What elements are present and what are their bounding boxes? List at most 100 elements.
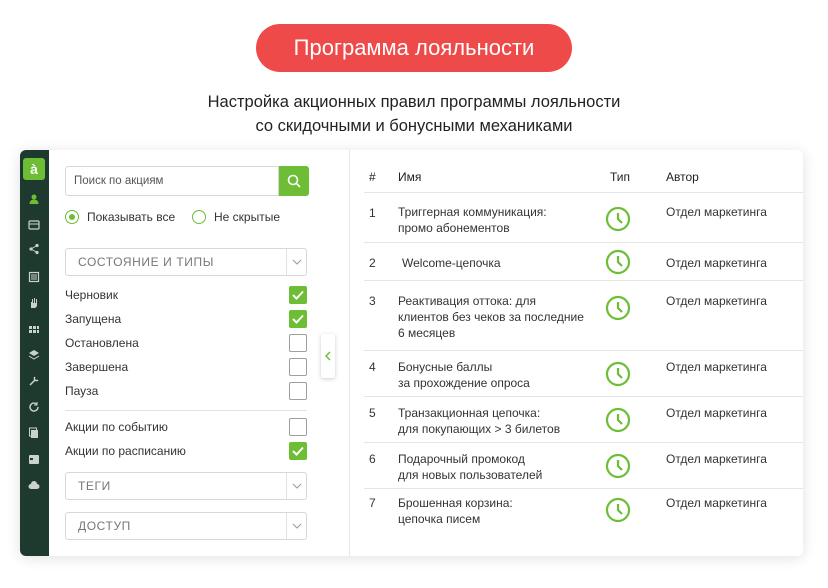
state-stopped-label: Остановлена	[65, 336, 139, 350]
left-rail: à	[20, 150, 49, 556]
row-number: 3	[369, 294, 376, 308]
checkbox-checked[interactable]	[289, 310, 307, 328]
copy-icon[interactable]	[28, 427, 40, 438]
checkbox-checked[interactable]	[289, 442, 307, 460]
list-icon[interactable]	[28, 271, 40, 283]
table-row[interactable]: 7 Брошенная корзина: цепочка писем Отдел …	[364, 488, 803, 538]
row-name-line: 6 месяцев	[398, 326, 456, 340]
row-number: 5	[369, 406, 376, 420]
user-icon[interactable]	[28, 194, 40, 204]
checkbox[interactable]	[289, 334, 307, 352]
state-paused-label: Пауза	[65, 384, 99, 398]
layers-icon[interactable]	[28, 350, 40, 360]
row-name-line: для новых пользователей	[398, 468, 543, 482]
row-name-line: Триггерная коммуникация:	[398, 205, 547, 219]
radio-button-selected[interactable]	[65, 210, 79, 224]
filter-by-event-label: Акции по событию	[65, 420, 168, 434]
state-types-select-label: СОСТОЯНИЕ И ТИПЫ	[78, 255, 214, 269]
collapse-panel-button[interactable]	[321, 334, 335, 378]
row-number: 6	[369, 452, 376, 466]
row-name-line: цепочка писем	[398, 512, 481, 526]
state-finished[interactable]: Завершена	[65, 358, 307, 376]
table-row[interactable]: 4 Бонусные баллы за прохождение опроса От…	[364, 350, 803, 396]
filter-by-event[interactable]: Акции по событию	[65, 418, 307, 436]
card-icon[interactable]	[28, 220, 40, 230]
clock-icon	[605, 206, 631, 232]
col-header-name[interactable]: Имя	[398, 170, 421, 184]
row-name[interactable]: Транзакционная цепочка: для покупающих > …	[398, 405, 598, 437]
clock-icon	[605, 249, 631, 275]
row-number: 2	[369, 256, 376, 270]
search-input[interactable]: Поиск по акциям	[65, 166, 279, 196]
app-window: à Поиск по акциям Показывать все Не скры…	[20, 150, 803, 556]
state-paused[interactable]: Пауза	[65, 382, 307, 400]
radio-show-all[interactable]: Показывать все	[65, 210, 175, 224]
checkbox[interactable]	[289, 358, 307, 376]
campaigns-table: # Имя Тип Автор 1 Триггерная коммуникаци…	[350, 150, 803, 556]
table-row[interactable]: 3 Реактивация оттока: для клиентов без че…	[364, 280, 803, 350]
row-author: Отдел маркетинга	[666, 294, 767, 308]
row-name[interactable]: Реактивация оттока: для клиентов без чеко…	[398, 293, 598, 341]
checkbox[interactable]	[289, 382, 307, 400]
tags-select[interactable]: ТЕГИ	[65, 472, 307, 500]
row-author: Отдел маркетинга	[666, 452, 767, 466]
state-running-label: Запущена	[65, 312, 122, 326]
table-row[interactable]: 5 Транзакционная цепочка: для покупающих …	[364, 396, 803, 442]
chevron-down-icon	[286, 249, 306, 275]
row-author: Отдел маркетинга	[666, 406, 767, 420]
row-name-line: Транзакционная цепочка:	[398, 406, 541, 420]
filter-panel: Поиск по акциям Показывать все Не скрыты…	[49, 150, 349, 556]
row-name[interactable]: Welcome-цепочка	[402, 255, 602, 271]
subtitle-line-1: Настройка акционных правил программы лоя…	[207, 93, 621, 111]
table-row[interactable]: 2 Welcome-цепочка Отдел маркетинга	[364, 242, 803, 280]
refresh-icon[interactable]	[28, 402, 40, 412]
share-icon[interactable]	[28, 243, 40, 255]
tags-select-label: ТЕГИ	[78, 479, 111, 493]
chevron-left-icon	[325, 351, 331, 361]
state-draft[interactable]: Черновик	[65, 286, 307, 304]
row-number: 1	[369, 206, 376, 220]
col-header-author[interactable]: Автор	[666, 170, 699, 184]
grid-icon[interactable]	[28, 324, 40, 334]
state-types-select[interactable]: СОСТОЯНИЕ И ТИПЫ	[65, 248, 307, 276]
row-author: Отдел маркетинга	[666, 496, 767, 510]
cloud-icon[interactable]	[28, 480, 40, 490]
row-name[interactable]: Брошенная корзина: цепочка писем	[398, 495, 598, 527]
row-name-line: промо абонементов	[398, 221, 510, 235]
row-name-line: Welcome-цепочка	[402, 256, 501, 270]
radio-show-all-label: Показывать все	[87, 210, 176, 224]
row-name[interactable]: Подарочный промокод для новых пользовател…	[398, 451, 598, 483]
col-header-num[interactable]: #	[369, 170, 376, 184]
radio-not-hidden[interactable]: Не скрытые	[192, 210, 280, 224]
hand-icon[interactable]	[28, 298, 40, 308]
table-row[interactable]: 6 Подарочный промокод для новых пользоват…	[364, 442, 803, 488]
state-finished-label: Завершена	[65, 360, 129, 374]
state-stopped[interactable]: Остановлена	[65, 334, 307, 352]
row-name[interactable]: Триггерная коммуникация: промо абонементо…	[398, 204, 598, 236]
app-logo[interactable]: à	[23, 158, 45, 180]
calendar-icon[interactable]	[28, 454, 40, 464]
row-name-line: Брошенная корзина:	[398, 496, 513, 510]
divider	[65, 410, 307, 411]
clock-icon	[605, 453, 631, 479]
row-number: 4	[369, 360, 376, 374]
clock-icon	[605, 407, 631, 433]
tools-icon[interactable]	[28, 376, 40, 386]
filter-by-schedule[interactable]: Акции по расписанию	[65, 442, 307, 460]
filter-by-schedule-label: Акции по расписанию	[65, 444, 186, 458]
checkbox[interactable]	[289, 418, 307, 436]
row-author: Отдел маркетинга	[666, 256, 767, 270]
checkbox-checked[interactable]	[289, 286, 307, 304]
row-name[interactable]: Бонусные баллы за прохождение опроса	[398, 359, 598, 391]
radio-button[interactable]	[192, 210, 206, 224]
search-button[interactable]	[279, 166, 309, 196]
row-name-line: Реактивация оттока: для	[398, 294, 537, 308]
clock-icon	[605, 361, 631, 387]
col-header-type[interactable]: Тип	[610, 170, 630, 184]
row-name-line: Бонусные баллы	[398, 360, 493, 374]
radio-not-hidden-label: Не скрытые	[214, 210, 281, 224]
chevron-down-icon	[286, 473, 306, 499]
table-row[interactable]: 1 Триггерная коммуникация: промо абонемен…	[364, 192, 803, 242]
access-select[interactable]: ДОСТУП	[65, 512, 307, 540]
state-running[interactable]: Запущена	[65, 310, 307, 328]
